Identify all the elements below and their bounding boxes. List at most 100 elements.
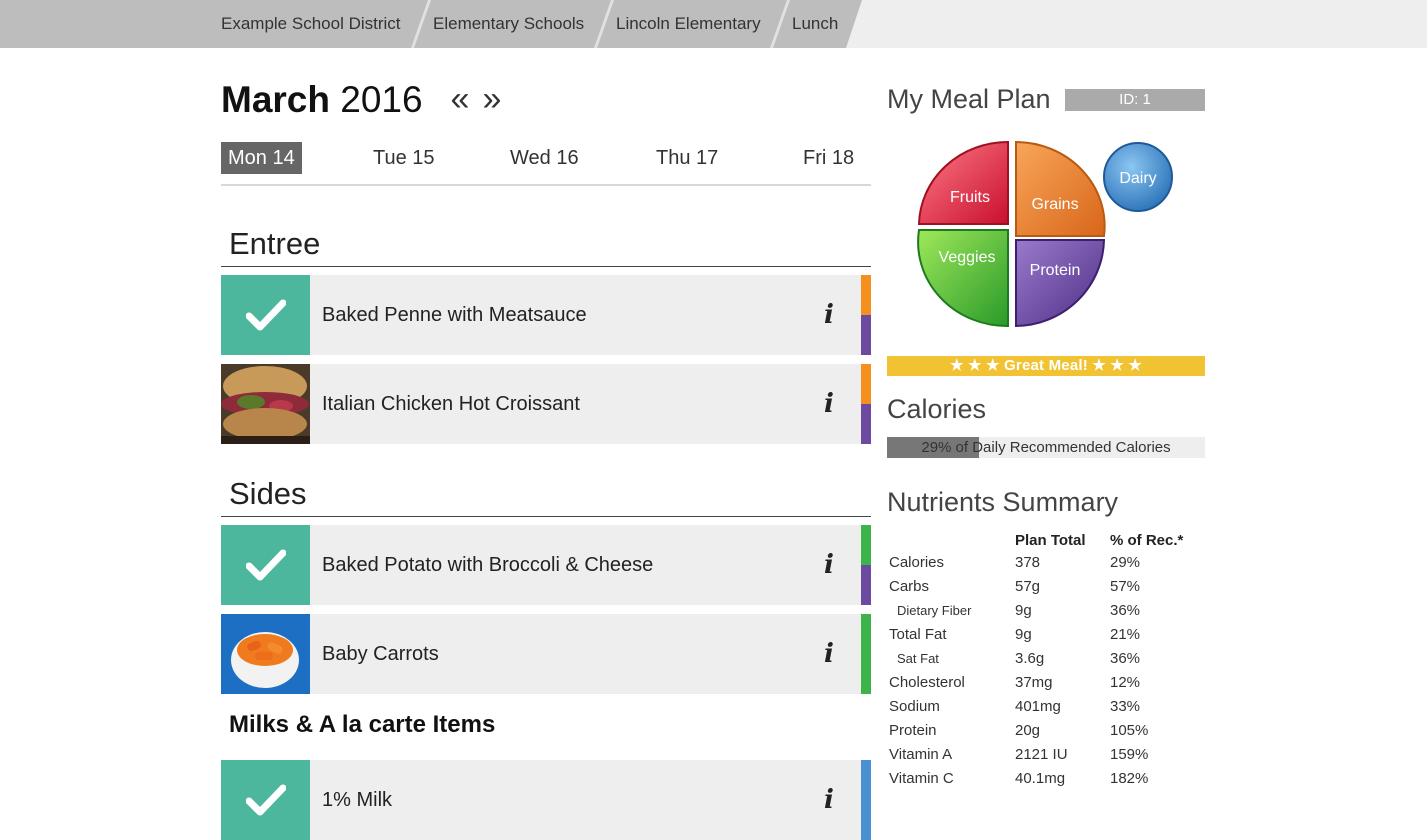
month-name: March	[221, 79, 330, 120]
checkmark-icon	[246, 549, 286, 581]
info-icon[interactable]: i	[819, 299, 839, 331]
breadcrumb-school-level[interactable]: Elementary Schools	[433, 0, 584, 48]
nutrient-total: 57g	[1015, 578, 1041, 595]
nutrient-total: 378	[1015, 554, 1041, 571]
tab-tue-15[interactable]: Tue 15	[366, 142, 442, 174]
protein-segment	[1015, 239, 1106, 328]
dairy-label: Dairy	[1119, 170, 1156, 187]
tab-mon-14[interactable]: Mon 14	[221, 142, 302, 174]
nutrient-name: Calories	[889, 554, 945, 571]
nutrient-percent: 36%	[1110, 602, 1141, 619]
breadcrumb-district[interactable]: Example School District	[221, 0, 401, 48]
nutrient-total: 2121 IU	[1015, 746, 1068, 763]
nutrient-row: Total Fat 9g 21%	[889, 625, 1209, 649]
veggies-stripe	[861, 525, 871, 565]
fruits-segment	[917, 140, 1009, 225]
breadcrumb-school[interactable]: Lincoln Elementary	[616, 0, 761, 48]
checkmark-icon	[246, 784, 286, 816]
meal-plan-title: My Meal Plan	[887, 84, 1051, 114]
menu-item[interactable]: Baked Potato with Broccoli & Cheese i	[221, 525, 871, 605]
nutrient-total: 3.6g	[1015, 650, 1045, 667]
carrots-photo[interactable]	[221, 614, 310, 694]
day-tabs: Mon 14 Tue 15 Wed 16 Thu 17 Fri 18	[221, 142, 871, 186]
nutrient-name: Dietary Fiber	[897, 603, 972, 618]
section-title-sides: Sides	[229, 476, 307, 511]
tab-thu-17[interactable]: Thu 17	[649, 142, 725, 174]
selected-thumbnail[interactable]	[221, 275, 310, 355]
protein-stripe	[861, 404, 871, 444]
month-navigation: « »	[446, 82, 506, 116]
protein-stripe	[861, 315, 871, 355]
nutrient-name: Sodium	[889, 698, 940, 715]
next-week-icon[interactable]: »	[478, 82, 506, 116]
nutrient-name: Vitamin A	[889, 746, 953, 763]
nutrient-row: Sodium 401mg 33%	[889, 697, 1209, 721]
nutrient-total: 20g	[1015, 722, 1041, 739]
protein-label: Protein	[1030, 262, 1081, 279]
item-name: 1% Milk	[322, 789, 393, 811]
nutrient-percent: 21%	[1110, 626, 1141, 643]
nutrient-total: 9g	[1015, 602, 1032, 619]
item-name: Baked Penne with Meatsauce	[322, 304, 587, 326]
month-title: March 2016	[221, 76, 423, 124]
nutrient-total: 37mg	[1015, 674, 1053, 691]
selected-thumbnail[interactable]	[221, 760, 310, 840]
section-divider	[221, 516, 871, 517]
menu-item[interactable]: 1% Milk i	[221, 760, 871, 840]
nutrient-total: 401mg	[1015, 698, 1061, 715]
nutrient-percent: 105%	[1110, 722, 1149, 739]
nutrient-row: Sat Fat 3.6g 36%	[889, 649, 1209, 673]
grains-segment	[1015, 140, 1106, 237]
nutrient-row: Protein 20g 105%	[889, 721, 1209, 745]
selected-thumbnail[interactable]	[221, 525, 310, 605]
veggies-segment	[917, 229, 1009, 328]
calories-progress-bar: 29% of Daily Recommended Calories	[887, 437, 1205, 458]
grains-stripe	[861, 275, 871, 315]
nutrient-row: Dietary Fiber 9g 36%	[889, 601, 1209, 625]
nutrients-header-plan-total: Plan Total	[1015, 532, 1086, 549]
grains-stripe	[861, 364, 871, 404]
info-icon[interactable]: i	[819, 638, 839, 670]
great-meal-banner: ★ ★ ★ Great Meal! ★ ★ ★	[887, 356, 1205, 376]
tab-wed-16[interactable]: Wed 16	[503, 142, 586, 174]
info-icon[interactable]: i	[819, 784, 839, 816]
nutrient-percent: 159%	[1110, 746, 1149, 763]
month-year: 2016	[340, 79, 423, 120]
item-name: Baby Carrots	[322, 643, 439, 665]
nutrient-name: Carbs	[889, 578, 930, 595]
calories-progress-text: 29% of Daily Recommended Calories	[921, 439, 1171, 456]
nutrient-percent: 57%	[1110, 578, 1141, 595]
prev-week-icon[interactable]: «	[446, 82, 474, 116]
section-divider	[221, 266, 871, 267]
menu-item[interactable]: Baked Penne with Meatsauce i	[221, 275, 871, 355]
nutrient-row: Carbs 57g 57%	[889, 577, 1209, 601]
checkmark-icon	[246, 299, 286, 331]
nutrients-title: Nutrients Summary	[887, 487, 1119, 517]
croissant-image	[221, 364, 310, 444]
dairy-stripe	[861, 760, 871, 840]
protein-stripe	[861, 565, 871, 605]
tab-fri-18[interactable]: Fri 18	[796, 142, 861, 174]
grains-label: Grains	[1031, 196, 1078, 213]
menu-item[interactable]: Baby Carrots i	[221, 614, 871, 694]
croissant-photo[interactable]	[221, 364, 310, 444]
nutrient-percent: 182%	[1110, 770, 1149, 787]
info-icon[interactable]: i	[819, 549, 839, 581]
veggies-stripe	[861, 614, 871, 694]
nutrient-percent: 33%	[1110, 698, 1141, 715]
plan-id-badge: ID: 1	[1065, 89, 1205, 111]
breadcrumb: Example School District Elementary Schoo…	[0, 0, 1427, 48]
nutrient-row: Vitamin A 2121 IU 159%	[889, 745, 1209, 769]
breadcrumb-meal[interactable]: Lunch	[792, 0, 838, 48]
item-name: Italian Chicken Hot Croissant	[322, 393, 580, 415]
menu-item[interactable]: Italian Chicken Hot Croissant i	[221, 364, 871, 444]
carrots-image	[221, 614, 310, 694]
nutrient-name: Sat Fat	[897, 651, 939, 666]
nutrient-percent: 29%	[1110, 554, 1141, 571]
nutrient-name: Cholesterol	[889, 674, 965, 691]
nutrient-name: Total Fat	[889, 626, 947, 643]
info-icon[interactable]: i	[819, 388, 839, 420]
nutrient-row: Cholesterol 37mg 12%	[889, 673, 1209, 697]
item-name: Baked Potato with Broccoli & Cheese	[322, 554, 654, 576]
veggies-label: Veggies	[939, 249, 996, 266]
